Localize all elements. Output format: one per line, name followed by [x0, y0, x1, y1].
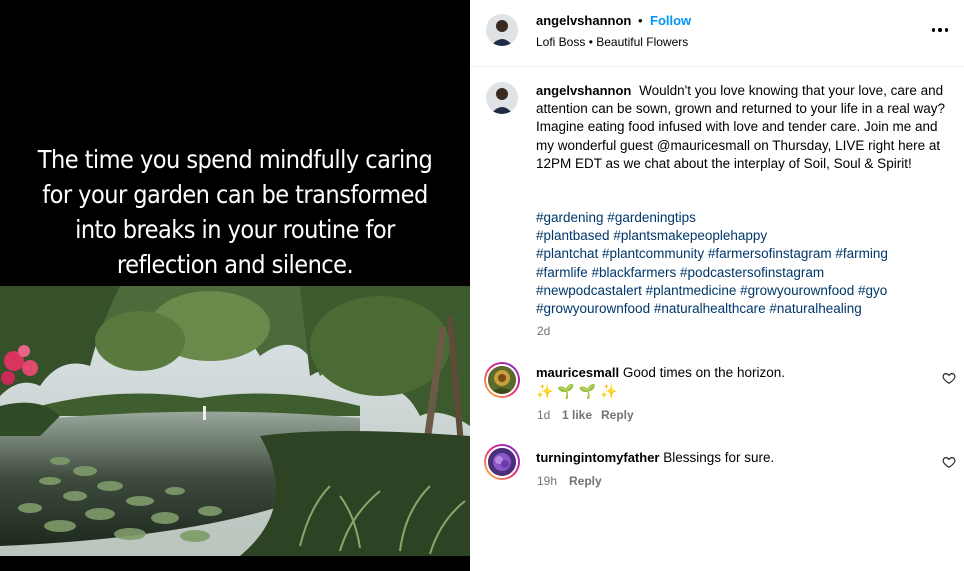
reply-button[interactable]: Reply [569, 474, 602, 488]
comment-username[interactable]: mauricesmall [536, 365, 619, 380]
overlay-line: The time you spend mindfully caring [37, 145, 433, 174]
comment-emoji: ✨ 🌱 🌱 ✨ [536, 383, 618, 399]
commenter-avatar[interactable] [484, 362, 520, 398]
comment-text: Good times on the horizon. [622, 365, 785, 380]
comment-time[interactable]: 19h [537, 474, 557, 488]
overlay-line: for your garden can be transformed [42, 180, 428, 209]
separator-dot: • [638, 13, 643, 28]
caption-author-avatar[interactable] [486, 82, 518, 114]
post-details-panel: angelvshannon • Follow Lofi Boss • Beaut… [470, 0, 964, 571]
hashtag-line[interactable]: #growyourownfood #naturalhealthcare #nat… [536, 300, 948, 318]
hashtag-line[interactable]: #farmlife #blackfarmers #podcastersofins… [536, 264, 948, 282]
comment-username[interactable]: turningintomyfather [536, 450, 660, 465]
comment: mauricesmall Good times on the horizon. [536, 364, 916, 382]
post-timestamp[interactable]: 2d [537, 324, 550, 338]
follow-button[interactable]: Follow [650, 13, 691, 28]
garden-pond-photo [0, 286, 470, 556]
audio-subtitle[interactable]: Lofi Boss • Beautiful Flowers [536, 35, 688, 49]
hashtag-line[interactable]: #plantchat #plantcommunity #farmersofins… [536, 245, 948, 263]
post-media[interactable]: The time you spend mindfully caring for … [0, 0, 470, 571]
hashtag-block: #gardening #gardeningtips #plantbased #p… [536, 209, 948, 318]
hashtag-line[interactable]: #plantbased #plantsmakepeoplehappy [536, 227, 948, 245]
author-username[interactable]: angelvshannon [536, 13, 631, 28]
media-overlay-text: The time you spend mindfully caring for … [26, 142, 444, 282]
overlay-line: into breaks in your routine for [75, 215, 395, 244]
commenter-avatar[interactable] [484, 444, 520, 480]
heart-icon[interactable] [942, 455, 956, 469]
comment-likes[interactable]: 1 like [562, 408, 592, 422]
reply-button[interactable]: Reply [601, 408, 634, 422]
hashtag-line[interactable]: #newpodcastalert #plantmedicine #growyou… [536, 282, 948, 300]
comment-time[interactable]: 1d [537, 408, 550, 422]
caption-username[interactable]: angelvshannon [536, 83, 631, 98]
more-options-icon[interactable] [930, 20, 950, 40]
post-caption: angelvshannon Wouldn't you love knowing … [536, 82, 948, 173]
overlay-line: reflection and silence. [116, 250, 354, 279]
post-header: angelvshannon • Follow Lofi Boss • Beaut… [470, 0, 964, 67]
hashtag-line[interactable]: #gardening #gardeningtips [536, 209, 948, 227]
comment: turningintomyfather Blessings for sure. [536, 449, 916, 467]
author-avatar[interactable] [486, 14, 518, 46]
comment-text: Blessings for sure. [663, 450, 775, 465]
heart-icon[interactable] [942, 371, 956, 385]
